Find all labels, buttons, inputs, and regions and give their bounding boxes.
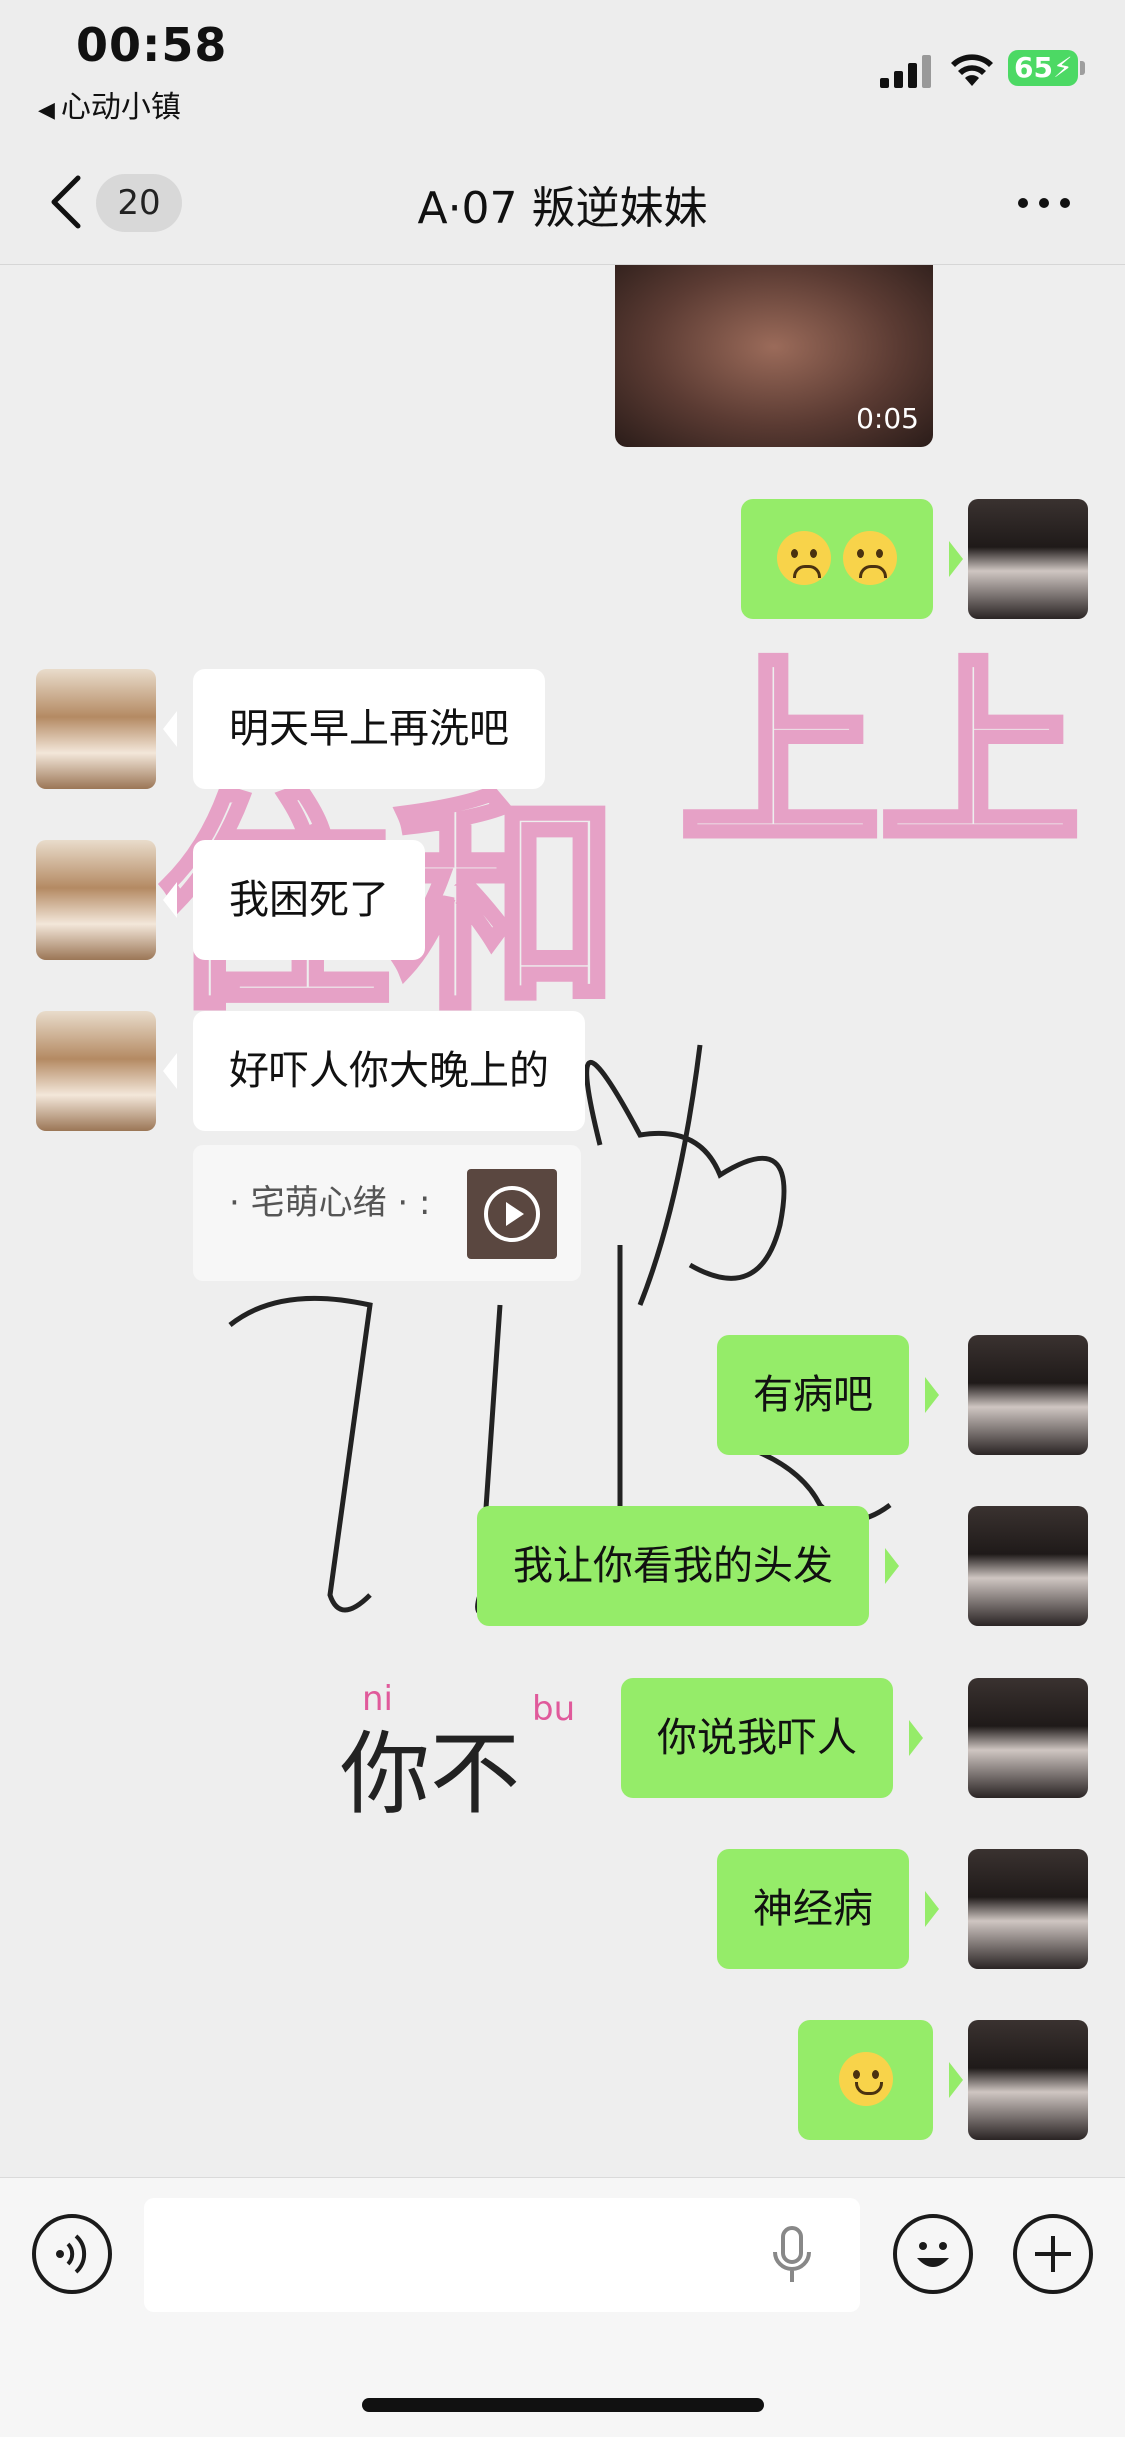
battery-indicator: 65⚡	[1008, 50, 1085, 86]
plus-icon	[1035, 2236, 1071, 2272]
avatar-me[interactable]	[968, 1678, 1088, 1798]
message-input[interactable]	[144, 2198, 860, 2312]
chat-header: 20 A·07 叛逆妹妹	[0, 140, 1125, 265]
avatar-contact[interactable]	[36, 840, 156, 960]
signal-icon	[880, 55, 931, 88]
voice-input-button[interactable]	[32, 2214, 112, 2294]
play-icon	[484, 1186, 540, 1242]
mic-icon[interactable]	[772, 2226, 812, 2284]
more-functions-button[interactable]	[1013, 2214, 1093, 2294]
video-duration: 0:05	[856, 402, 919, 435]
bg-pinyin-1: ni	[362, 1679, 393, 1719]
chat-title: A·07 叛逆妹妹	[417, 183, 708, 234]
chat-area[interactable]: 住和 上上 你不 ni bu 0:05 明天早上再洗吧 我困死了 好吓人你大晚上…	[0, 265, 1125, 2177]
shared-card-title: · 宅萌心绪 · :	[229, 1183, 431, 1223]
message-bubble-out[interactable]	[798, 2020, 963, 2140]
bg-handwriting: 你不	[340, 1722, 520, 1827]
bg-big-text-2: 上上	[680, 640, 1080, 873]
avatar-me[interactable]	[968, 1335, 1088, 1455]
frown-emoji-icon	[776, 531, 831, 585]
emoji-icon	[917, 2242, 949, 2267]
smile-emoji-icon	[838, 2052, 893, 2106]
emoji-button[interactable]	[893, 2214, 973, 2294]
message-bubble-in[interactable]: 我困死了	[163, 840, 425, 960]
bg-pinyin-2: bu	[532, 1689, 575, 1729]
message-bubble-out[interactable]	[741, 499, 963, 619]
avatar-me[interactable]	[968, 1849, 1088, 1969]
more-icon[interactable]	[1016, 196, 1072, 210]
status-time: 00:58	[76, 18, 228, 72]
worried-emoji-icon	[843, 531, 898, 585]
home-indicator	[362, 2398, 764, 2412]
shared-video-card[interactable]: · 宅萌心绪 · :	[193, 1145, 581, 1281]
voice-icon	[56, 2234, 87, 2274]
avatar-contact[interactable]	[36, 669, 156, 789]
avatar-me[interactable]	[968, 1506, 1088, 1626]
message-bubble-out[interactable]: 神经病	[717, 1849, 939, 1969]
message-bubble-in[interactable]: 好吓人你大晚上的	[163, 1011, 585, 1131]
back-to-app-link[interactable]: ◀ 心动小镇	[38, 82, 181, 126]
back-triangle-icon: ◀	[38, 98, 55, 123]
back-app-label: 心动小镇	[60, 90, 181, 125]
avatar-me[interactable]	[968, 2020, 1088, 2140]
battery-level: 65	[1014, 51, 1053, 84]
avatar-contact[interactable]	[36, 1011, 156, 1131]
video-message[interactable]: 0:05	[615, 265, 933, 447]
avatar-me[interactable]	[968, 499, 1088, 619]
message-bubble-in[interactable]: 明天早上再洗吧	[163, 669, 545, 789]
wifi-icon	[951, 54, 993, 86]
video-thumbnail	[467, 1169, 557, 1259]
input-bar	[0, 2177, 1125, 2437]
status-bar: 00:58 ◀ 心动小镇 65⚡	[0, 0, 1125, 140]
message-bubble-out[interactable]: 我让你看我的头发	[477, 1506, 899, 1626]
message-bubble-out[interactable]: 有病吧	[717, 1335, 939, 1455]
message-bubble-out[interactable]: 你说我吓人	[621, 1678, 923, 1798]
